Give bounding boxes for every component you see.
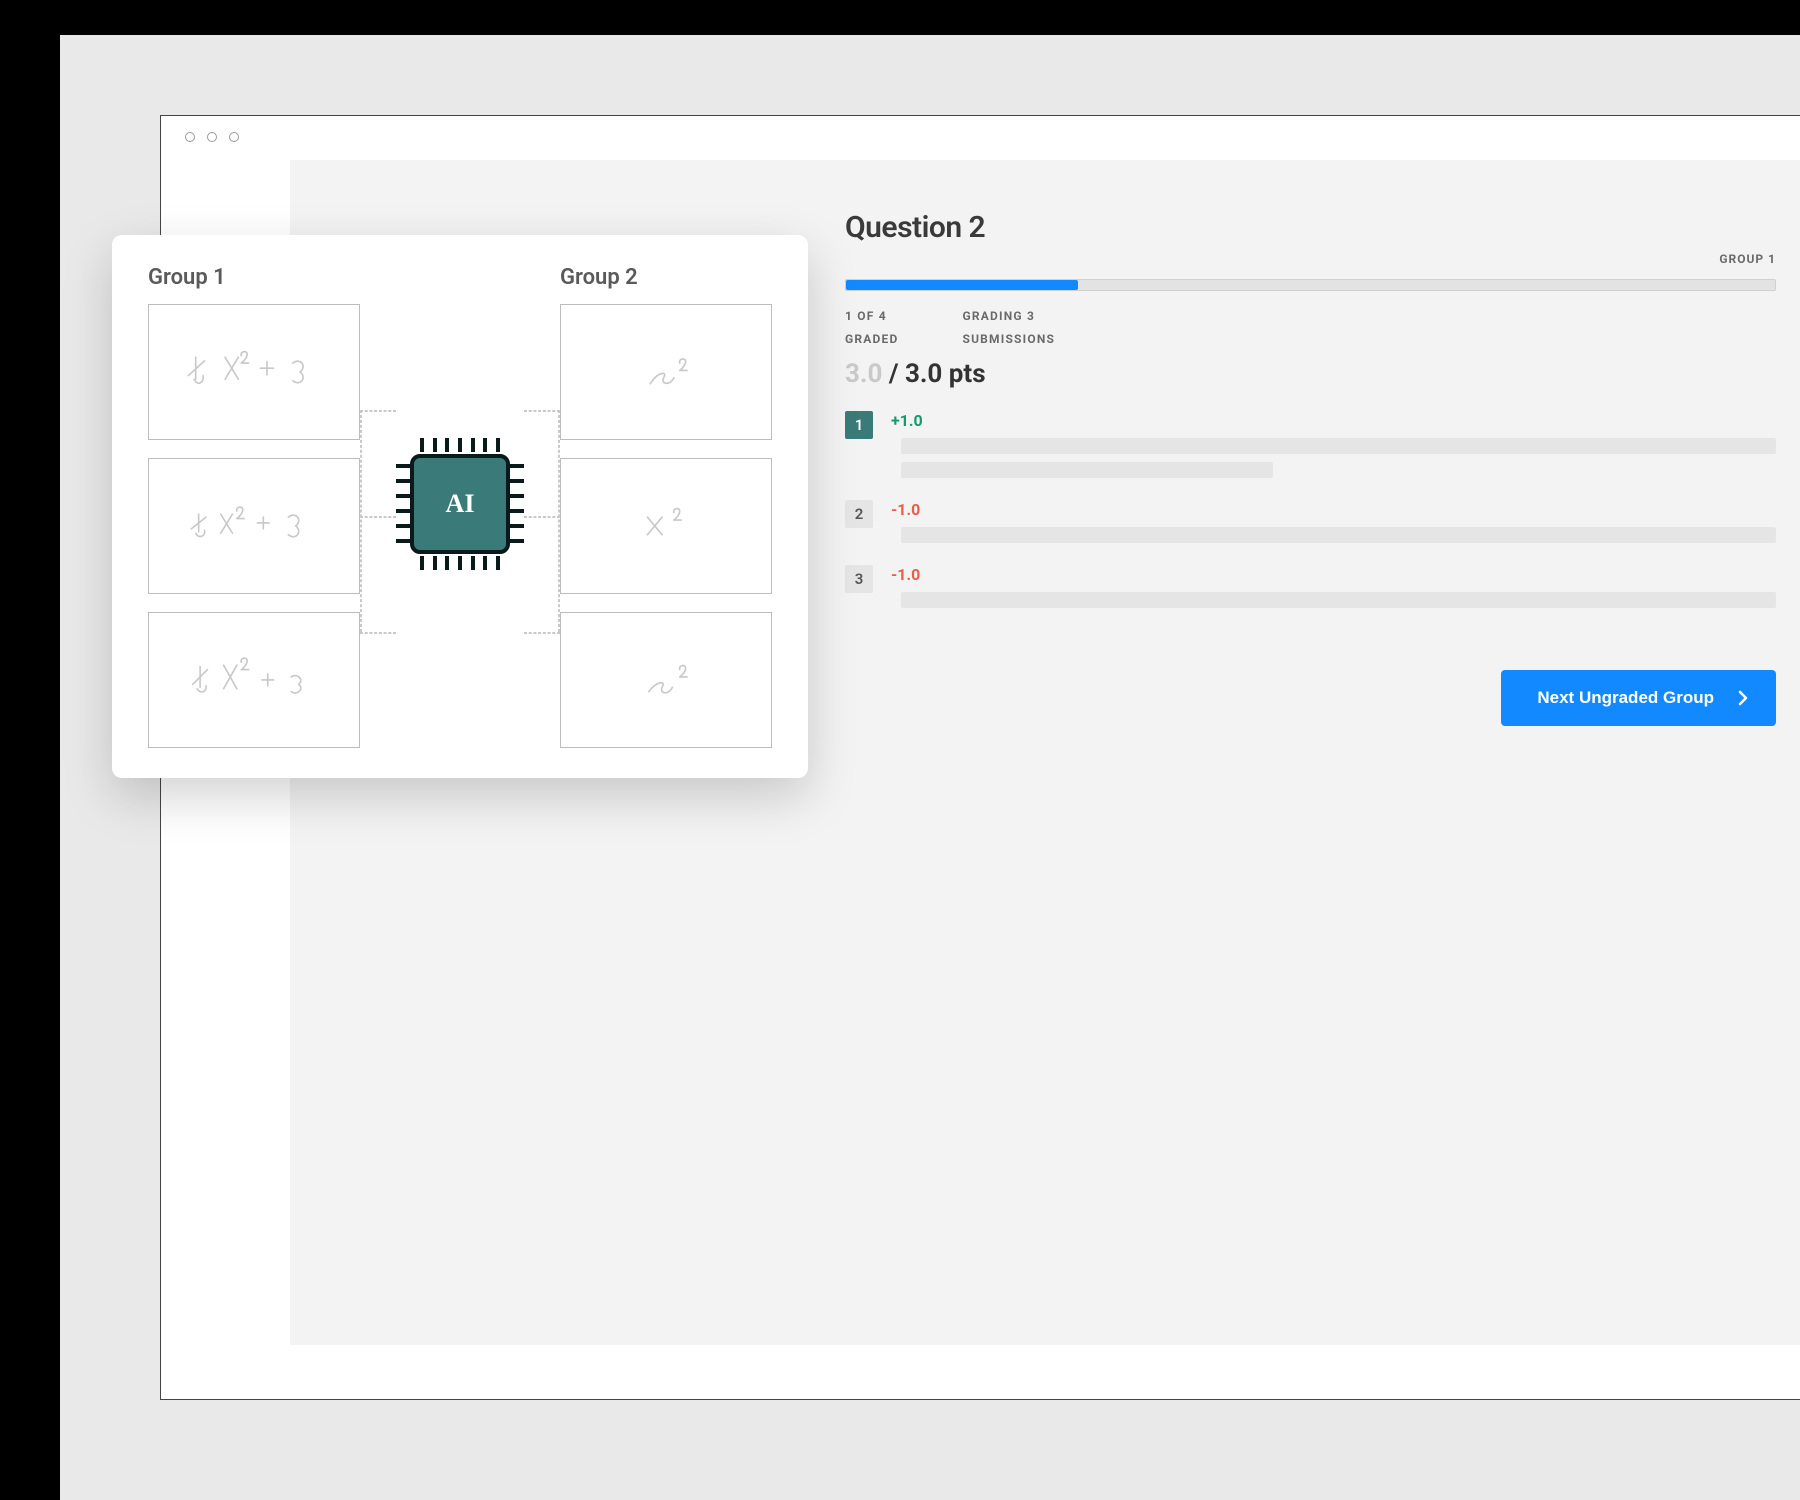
rubric-list: 1 +1.0 2 -1.0 3 -1.0: [845, 411, 1800, 616]
rubric-number: 3: [845, 565, 873, 593]
stage: Question 2 GROUP 1 1 OF 4 GRADED GRADING…: [0, 0, 1800, 1500]
rubric-description-placeholder: [901, 438, 1776, 454]
group-2-heading: Group 2: [560, 265, 772, 290]
handwriting-icon: [593, 633, 740, 727]
rubric-description-placeholder: [901, 527, 1776, 543]
submissions-label: SUBMISSIONS: [962, 332, 1055, 346]
question-title: Question 2: [845, 210, 1800, 245]
answer-thumbnail[interactable]: [148, 304, 360, 440]
graded-count: 1 OF 4: [845, 309, 887, 323]
group-2-column: Group 2: [560, 265, 772, 748]
handwriting-icon: [181, 325, 328, 419]
window-controls: [185, 132, 239, 142]
answer-thumbnail[interactable]: [560, 458, 772, 594]
grading-panel: Question 2 GROUP 1 1 OF 4 GRADED GRADING…: [845, 210, 1800, 726]
current-group-label: GROUP 1: [1719, 252, 1776, 266]
window-dot-icon: [207, 132, 217, 142]
points-display: 3.0 / 3.0 pts: [845, 359, 1800, 389]
points-earned: 3.0: [845, 359, 882, 389]
rubric-body: -1.0: [891, 565, 1800, 616]
handwriting-icon: [181, 633, 328, 727]
answer-thumbnail[interactable]: [560, 612, 772, 748]
rubric-item[interactable]: 2 -1.0: [845, 500, 1800, 551]
rubric-point-delta: -1.0: [891, 565, 1776, 584]
progress-fill: [846, 280, 1078, 290]
group-1-heading: Group 1: [148, 265, 360, 290]
rubric-body: -1.0: [891, 500, 1800, 551]
rubric-description-placeholder: [901, 592, 1776, 608]
window-dot-icon: [229, 132, 239, 142]
progress-bar: [845, 279, 1776, 291]
handwriting-icon: [593, 325, 740, 419]
grading-count: GRADING 3: [962, 309, 1035, 323]
rubric-number: 1: [845, 411, 873, 439]
graded-label: GRADED: [845, 332, 898, 346]
rubric-body: +1.0: [891, 411, 1800, 486]
ai-chip-label: AI: [446, 489, 475, 519]
next-ungraded-group-button[interactable]: Next Ungraded Group: [1501, 670, 1776, 726]
chevron-right-icon: [1738, 690, 1748, 706]
ai-chip-icon: AI: [396, 432, 524, 582]
answer-thumbnail[interactable]: [560, 304, 772, 440]
handwriting-icon: [593, 479, 740, 573]
status-labels: 1 OF 4 GRADED GRADING 3 SUBMISSIONS: [845, 305, 1800, 351]
rubric-item[interactable]: 3 -1.0: [845, 565, 1800, 616]
ai-chip-column: AI: [396, 265, 524, 748]
rubric-number: 2: [845, 500, 873, 528]
rubric-point-delta: +1.0: [891, 411, 1776, 430]
answer-thumbnail[interactable]: [148, 612, 360, 748]
handwriting-icon: [181, 479, 328, 573]
window-dot-icon: [185, 132, 195, 142]
next-button-label: Next Ungraded Group: [1537, 688, 1714, 708]
rubric-description-placeholder: [901, 462, 1273, 478]
rubric-point-delta: -1.0: [891, 500, 1776, 519]
answer-groups-card: Group 1: [112, 235, 808, 778]
rubric-item[interactable]: 1 +1.0: [845, 411, 1800, 486]
group-1-column: Group 1: [148, 265, 360, 748]
points-total: 3.0 pts: [905, 359, 986, 389]
answer-thumbnail[interactable]: [148, 458, 360, 594]
